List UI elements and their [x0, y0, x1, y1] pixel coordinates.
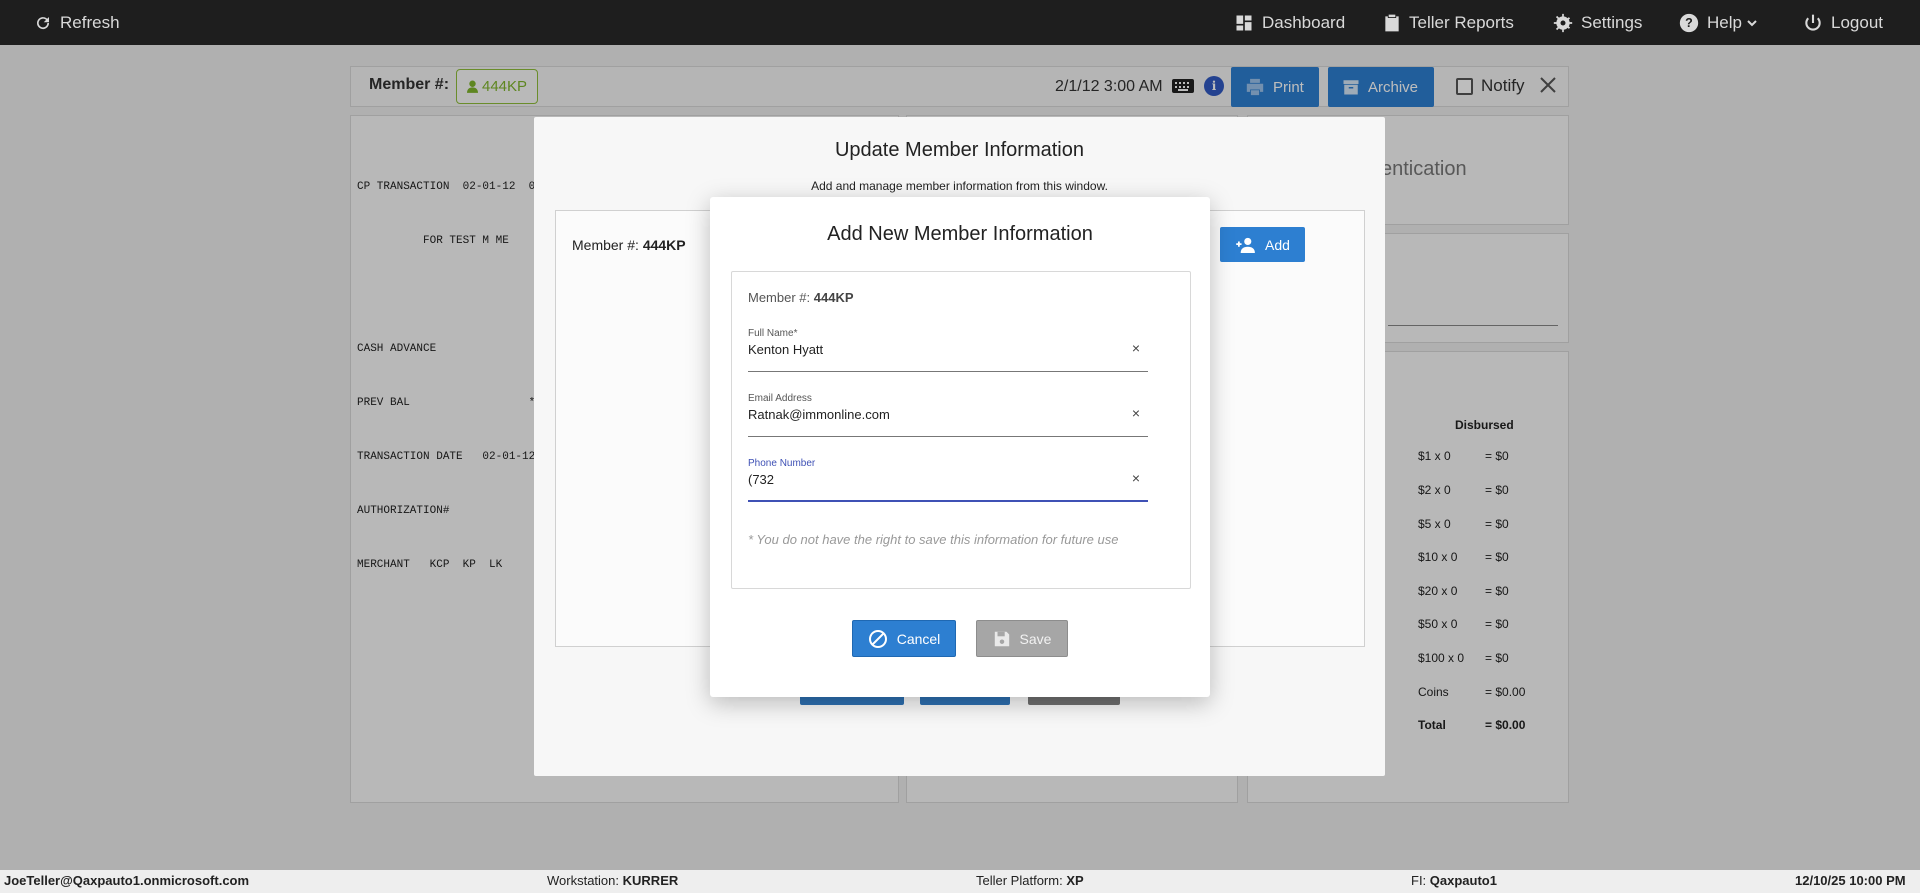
email-label: Email Address: [748, 393, 812, 404]
clear-phone-icon[interactable]: ×: [1132, 470, 1140, 486]
workstation-value: KURRER: [622, 873, 679, 888]
teller-reports-label: Teller Reports: [1409, 12, 1514, 32]
refresh-label: Refresh: [60, 12, 120, 32]
platform-value: XP: [1066, 873, 1084, 888]
logout-label: Logout: [1831, 12, 1883, 32]
add-member-dialog: Add New Member Information Member #: 444…: [710, 197, 1210, 697]
full-name-label: Full Name*: [748, 328, 798, 339]
update-member-value: 444KP: [642, 237, 686, 253]
logout-button[interactable]: Logout: [1803, 0, 1883, 45]
status-bar: JoeTeller@Qaxpauto1.onmicrosoft.com Work…: [0, 870, 1920, 893]
gear-icon: [1553, 13, 1573, 32]
update-modal-member: Member #: 444KP: [572, 237, 686, 253]
cancel-label: Cancel: [896, 630, 941, 647]
status-datetime: 12/10/25 10:00 PM: [1795, 873, 1906, 888]
phone-input[interactable]: (732: [748, 472, 774, 487]
save-label: Save: [1019, 630, 1052, 647]
platform-label: Teller Platform:: [976, 873, 1063, 888]
teller-reports-link[interactable]: Teller Reports: [1383, 0, 1514, 45]
settings-link[interactable]: Settings: [1553, 0, 1642, 45]
clear-full-name-icon[interactable]: ×: [1132, 340, 1140, 356]
help-menu[interactable]: ? Help: [1679, 0, 1766, 45]
cancel-button[interactable]: Cancel: [852, 620, 956, 657]
dashboard-label: Dashboard: [1262, 12, 1346, 32]
fi-label: FI:: [1411, 873, 1427, 888]
status-workstation: Workstation: KURRER: [547, 873, 678, 888]
add-dialog-title: Add New Member Information: [827, 223, 1093, 245]
ban-icon: [868, 629, 887, 648]
add-member-value: 444KP: [813, 290, 854, 305]
save-permission-note: * You do not have the right to save this…: [748, 532, 1119, 547]
dashboard-link[interactable]: Dashboard: [1234, 0, 1345, 45]
refresh-icon: [37, 16, 50, 29]
fi-value: Qaxpauto1: [1429, 873, 1497, 888]
update-modal-subtitle: Add and manage member information from t…: [811, 179, 1108, 193]
help-icon: ?: [1679, 13, 1699, 32]
update-member-label: Member #:: [572, 237, 639, 253]
full-name-input[interactable]: Kenton Hyatt: [748, 342, 823, 357]
status-platform: Teller Platform: XP: [976, 873, 1084, 888]
power-icon: [1805, 14, 1821, 31]
add-member-info-button[interactable]: Add: [1220, 227, 1305, 262]
add-dialog-member: Member #: 444KP: [748, 290, 854, 305]
add-member-label: Member #:: [748, 290, 811, 305]
svg-text:?: ?: [1685, 16, 1693, 30]
status-fi: FI: Qaxpauto1: [1411, 873, 1497, 888]
email-field[interactable]: Email Address Ratnak@immonline.com ×: [748, 393, 1148, 437]
clear-email-icon[interactable]: ×: [1132, 405, 1140, 421]
phone-label: Phone Number: [748, 458, 816, 469]
top-navigation-bar: Refresh Dashboard Teller Reports Setting…: [0, 0, 1920, 45]
email-input[interactable]: Ratnak@immonline.com: [748, 407, 890, 422]
help-label: Help: [1707, 12, 1742, 32]
dashboard-icon: [1236, 15, 1252, 30]
add-label: Add: [1265, 236, 1290, 253]
floppy-disk-icon: [994, 631, 1009, 646]
chevron-down-icon: [1747, 19, 1757, 26]
clipboard-icon: [1385, 14, 1399, 31]
refresh-button[interactable]: Refresh: [34, 0, 120, 45]
settings-label: Settings: [1581, 12, 1643, 32]
add-member-form: Member #: 444KP Full Name* Kenton Hyatt …: [731, 271, 1191, 589]
full-name-field[interactable]: Full Name* Kenton Hyatt ×: [748, 328, 1148, 372]
add-user-icon: [1236, 237, 1255, 253]
save-button[interactable]: Save: [976, 620, 1068, 657]
workstation-label: Workstation:: [547, 873, 620, 888]
phone-field[interactable]: Phone Number (732 ×: [748, 458, 1148, 502]
status-user: JoeTeller@Qaxpauto1.onmicrosoft.com: [4, 873, 250, 888]
update-modal-title: Update Member Information: [834, 139, 1084, 161]
